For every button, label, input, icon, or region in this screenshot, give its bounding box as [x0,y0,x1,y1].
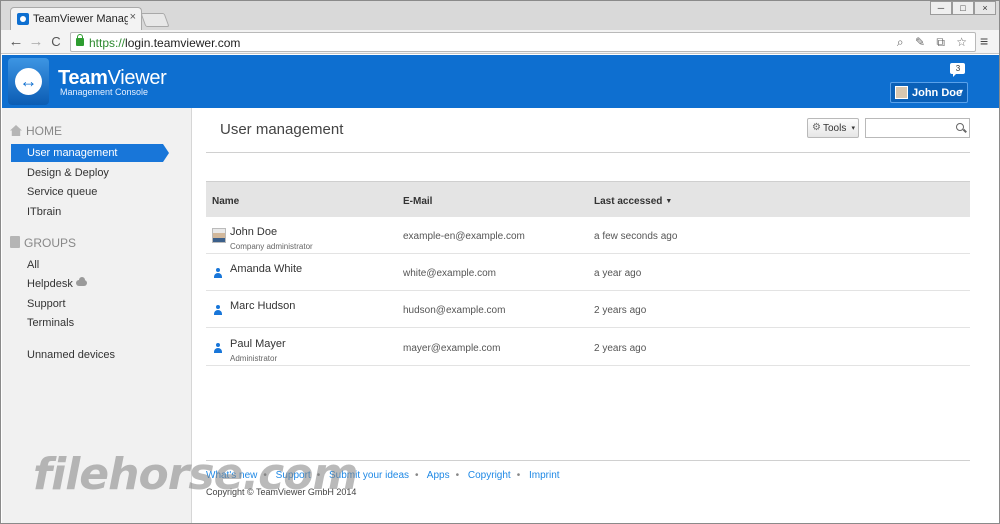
close-window-button[interactable]: × [974,1,996,15]
sidebar-item-design-deploy[interactable]: Design & Deploy [27,167,109,179]
browser-window: TeamViewer Management × ─ □ × ← → C http… [0,0,1000,524]
user-icon [213,268,223,278]
sidebar-item-terminals[interactable]: Terminals [27,317,74,329]
divider [206,152,970,153]
separator-dot: • [415,470,419,481]
search-input[interactable] [865,118,970,138]
user-menu-button[interactable]: John Doe ▾ [890,82,968,103]
gear-icon: ⚙ [812,122,821,133]
sidebar-item-helpdesk[interactable]: Helpdesk [27,277,87,290]
url-text: https://login.teamviewer.com [89,36,240,50]
browser-tab[interactable]: TeamViewer Management × [10,7,142,30]
user-email-cell: hudson@example.com [403,305,506,316]
browser-toolbar: ← → C https://login.teamviewer.com ⌕ ✎ ⧉… [1,30,999,54]
teamviewer-logo-icon [8,58,49,105]
chevron-down-icon: ▾ [851,125,855,132]
tools-button[interactable]: ⚙ Tools ▾ [807,118,859,138]
last-accessed-cell: 2 years ago [594,305,647,316]
brand-subtitle: Management Console [60,87,149,97]
sidebar-item-user-management[interactable]: User management [11,144,169,162]
column-header-email[interactable]: E-Mail [403,196,432,207]
column-header-label: Last accessed [594,196,663,207]
sidebar-section-home[interactable]: HOME [10,124,62,138]
user-email-cell: mayer@example.com [403,343,501,354]
address-bar-icons[interactable]: ⌕ ✎ ⧉ ☆ [897,35,971,50]
separator-dot: • [455,470,460,481]
table-header: Name E-Mail Last accessed ▼ [206,181,970,217]
sidebar-item-all[interactable]: All [27,259,39,271]
table-row[interactable]: Marc Hudson hudson@example.com 2 years a… [206,291,970,328]
tab-close-icon[interactable]: × [130,11,136,23]
maximize-button[interactable]: □ [952,1,974,15]
sidebar-section-home-label: HOME [26,124,62,138]
user-email-cell: example-en@example.com [403,231,525,242]
sidebar-item-itbrain[interactable]: ITbrain [27,206,61,218]
table-row[interactable]: John Doe Company administrator example-e… [206,217,970,254]
sort-desc-icon: ▼ [665,198,673,205]
reload-icon[interactable]: C [47,33,65,51]
forward-arrow-icon[interactable]: → [27,33,45,51]
url-host: login.teamviewer.com [125,36,241,50]
user-role-cell: Administrator [230,354,278,363]
user-role-cell: Company administrator [230,242,313,251]
lock-icon [76,34,84,46]
avatar [212,228,226,243]
browser-menu-icon[interactable]: ≡ [980,33,988,49]
sidebar-item-label: User management [27,147,118,159]
avatar [895,86,908,99]
user-name-cell: John Doe [230,226,278,238]
search-icon[interactable] [956,123,964,131]
user-icon [213,305,223,315]
filehorse-watermark: filehorse.com [33,449,358,500]
app-header: TeamViewer Management Console 3 [2,55,999,108]
sidebar-item-support[interactable]: Support [27,298,66,310]
column-header-name[interactable]: Name [212,196,239,207]
page-title: User management [220,121,344,138]
sidebar-item-unnamed-devices[interactable]: Unnamed devices [27,349,115,361]
footer-link-apps[interactable]: Apps [427,470,450,481]
user-name: John Doe [912,87,963,99]
chevron-down-icon: ▾ [958,87,963,96]
tab-title: TeamViewer Management [33,13,128,25]
notification-count: 3 [955,64,961,73]
sidebar-section-groups[interactable]: GROUPS [10,236,76,250]
last-accessed-cell: a few seconds ago [594,231,678,242]
separator-dot: • [516,470,521,481]
column-header-last-accessed[interactable]: Last accessed ▼ [594,196,672,207]
sidebar-item-service-queue[interactable]: Service queue [27,186,97,198]
brand-title-rest: Viewer [107,67,167,89]
minimize-button[interactable]: ─ [930,1,952,15]
cloud-icon [75,277,87,286]
table-row[interactable]: Amanda White white@example.com a year ag… [206,254,970,291]
last-accessed-cell: 2 years ago [594,343,647,354]
user-name-cell: Paul Mayer [230,338,286,350]
browser-titlebar: TeamViewer Management × ─ □ × [1,1,999,30]
user-name-cell: Amanda White [230,263,303,275]
sidebar-section-groups-label: GROUPS [24,236,77,250]
brand-title-bold: Team [58,67,108,89]
new-tab-button[interactable] [140,13,170,27]
home-icon [10,125,22,136]
user-name-cell: Marc Hudson [230,300,296,312]
user-icon [213,343,223,353]
footer-link-copyright[interactable]: Copyright [468,470,511,481]
user-email-cell: white@example.com [403,268,496,279]
groups-icon [10,236,20,248]
last-accessed-cell: a year ago [594,268,642,279]
back-arrow-icon[interactable]: ← [7,33,25,51]
sidebar-item-label: Helpdesk [27,278,73,290]
footer-link-imprint[interactable]: Imprint [529,470,560,481]
address-bar[interactable]: https://login.teamviewer.com ⌕ ✎ ⧉ ☆ [70,32,976,52]
teamviewer-favicon-icon [17,13,29,25]
tools-label: Tools [823,123,847,134]
url-scheme: https:// [89,36,126,50]
table-row[interactable]: Paul Mayer Administrator mayer@example.c… [206,329,970,366]
